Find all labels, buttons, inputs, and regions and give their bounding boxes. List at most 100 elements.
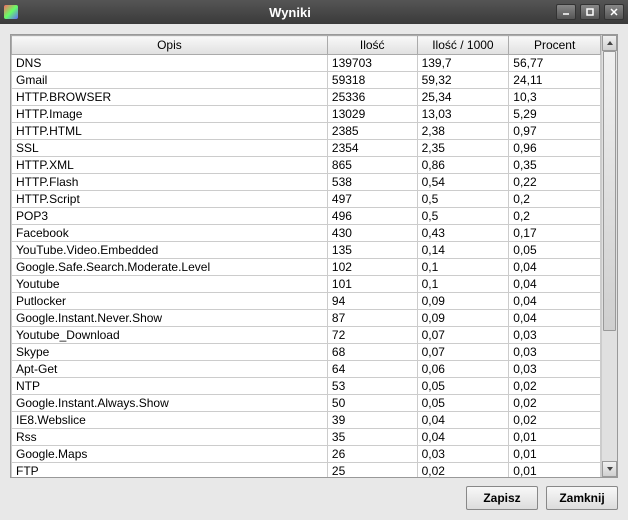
cell-ilosc1000: 0,04 <box>417 412 509 429</box>
cell-opis: Rss <box>12 429 328 446</box>
cell-procent: 0,04 <box>509 276 601 293</box>
vertical-scrollbar[interactable] <box>601 35 617 477</box>
cell-ilosc: 496 <box>327 208 417 225</box>
cell-ilosc1000: 0,04 <box>417 429 509 446</box>
scroll-up-button[interactable] <box>602 35 617 51</box>
cell-ilosc: 59318 <box>327 72 417 89</box>
cell-opis: IE8.Webslice <box>12 412 328 429</box>
header-ilosc1000[interactable]: Ilość / 1000 <box>417 36 509 55</box>
header-ilosc[interactable]: Ilość <box>327 36 417 55</box>
cell-opis: Google.Instant.Never.Show <box>12 310 328 327</box>
table-row[interactable]: HTTP.BROWSER2533625,3410,3 <box>12 89 601 106</box>
cell-procent: 0,04 <box>509 310 601 327</box>
cell-opis: HTTP.Flash <box>12 174 328 191</box>
results-table: Opis Ilość Ilość / 1000 Procent DNS13970… <box>11 35 601 477</box>
cell-opis: HTTP.Image <box>12 106 328 123</box>
cell-ilosc1000: 0,1 <box>417 259 509 276</box>
cell-ilosc: 50 <box>327 395 417 412</box>
header-opis[interactable]: Opis <box>12 36 328 55</box>
table-row[interactable]: HTTP.Image1302913,035,29 <box>12 106 601 123</box>
table-row[interactable]: HTTP.Script4970,50,2 <box>12 191 601 208</box>
cell-procent: 0,2 <box>509 191 601 208</box>
cell-ilosc: 13029 <box>327 106 417 123</box>
table-row[interactable]: FTP250,020,01 <box>12 463 601 478</box>
cell-procent: 0,04 <box>509 259 601 276</box>
maximize-button[interactable] <box>580 4 600 20</box>
table-row[interactable]: HTTP.Flash5380,540,22 <box>12 174 601 191</box>
cell-procent: 0,05 <box>509 242 601 259</box>
table-row[interactable]: DNS139703139,756,77 <box>12 55 601 72</box>
table-row[interactable]: Youtube1010,10,04 <box>12 276 601 293</box>
cell-ilosc1000: 0,07 <box>417 344 509 361</box>
cell-ilosc: 68 <box>327 344 417 361</box>
cell-opis: Skype <box>12 344 328 361</box>
cell-opis: HTTP.XML <box>12 157 328 174</box>
cell-procent: 0,17 <box>509 225 601 242</box>
table-row[interactable]: HTTP.XML8650,860,35 <box>12 157 601 174</box>
cell-opis: HTTP.HTML <box>12 123 328 140</box>
cell-ilosc: 94 <box>327 293 417 310</box>
minimize-button[interactable] <box>556 4 576 20</box>
cell-procent: 0,02 <box>509 378 601 395</box>
table-row[interactable]: Putlocker940,090,04 <box>12 293 601 310</box>
scrollbar-track[interactable] <box>602 51 617 461</box>
titlebar: Wyniki <box>0 0 628 24</box>
cell-opis: Youtube <box>12 276 328 293</box>
cell-opis: Facebook <box>12 225 328 242</box>
cell-opis: DNS <box>12 55 328 72</box>
table-row[interactable]: Skype680,070,03 <box>12 344 601 361</box>
cell-ilosc: 139703 <box>327 55 417 72</box>
table-row[interactable]: Google.Safe.Search.Moderate.Level1020,10… <box>12 259 601 276</box>
chevron-down-icon <box>606 465 614 473</box>
cell-ilosc: 135 <box>327 242 417 259</box>
table-row[interactable]: Google.Maps260,030,01 <box>12 446 601 463</box>
table-row[interactable]: POP34960,50,2 <box>12 208 601 225</box>
cell-ilosc1000: 59,32 <box>417 72 509 89</box>
cell-ilosc1000: 2,35 <box>417 140 509 157</box>
cell-ilosc: 538 <box>327 174 417 191</box>
cell-ilosc1000: 25,34 <box>417 89 509 106</box>
table-row[interactable]: Rss350,040,01 <box>12 429 601 446</box>
table-row[interactable]: SSL23542,350,96 <box>12 140 601 157</box>
cell-ilosc: 26 <box>327 446 417 463</box>
save-button[interactable]: Zapisz <box>466 486 538 510</box>
cell-ilosc: 101 <box>327 276 417 293</box>
close-icon <box>609 7 619 17</box>
table-row[interactable]: Gmail5931859,3224,11 <box>12 72 601 89</box>
cell-ilosc: 87 <box>327 310 417 327</box>
table-scroll: Opis Ilość Ilość / 1000 Procent DNS13970… <box>11 35 601 477</box>
cell-procent: 0,01 <box>509 446 601 463</box>
table-row[interactable]: Youtube_Download720,070,03 <box>12 327 601 344</box>
cell-ilosc: 865 <box>327 157 417 174</box>
header-procent[interactable]: Procent <box>509 36 601 55</box>
cell-opis: Putlocker <box>12 293 328 310</box>
minimize-icon <box>561 7 571 17</box>
scrollbar-thumb[interactable] <box>603 51 616 331</box>
scroll-down-button[interactable] <box>602 461 617 477</box>
table-row[interactable]: Facebook4300,430,17 <box>12 225 601 242</box>
cell-procent: 24,11 <box>509 72 601 89</box>
table-row[interactable]: Google.Instant.Never.Show870,090,04 <box>12 310 601 327</box>
cell-opis: SSL <box>12 140 328 157</box>
close-button[interactable]: Zamknij <box>546 486 618 510</box>
cell-opis: Gmail <box>12 72 328 89</box>
cell-ilosc: 25336 <box>327 89 417 106</box>
cell-ilosc1000: 2,38 <box>417 123 509 140</box>
cell-opis: Youtube_Download <box>12 327 328 344</box>
cell-procent: 0,04 <box>509 293 601 310</box>
table-row[interactable]: Apt-Get640,060,03 <box>12 361 601 378</box>
cell-ilosc1000: 0,14 <box>417 242 509 259</box>
maximize-icon <box>585 7 595 17</box>
cell-ilosc1000: 0,5 <box>417 208 509 225</box>
button-row: Zapisz Zamknij <box>10 478 618 510</box>
table-row[interactable]: HTTP.HTML23852,380,97 <box>12 123 601 140</box>
table-row[interactable]: YouTube.Video.Embedded1350,140,05 <box>12 242 601 259</box>
cell-opis: YouTube.Video.Embedded <box>12 242 328 259</box>
table-row[interactable]: Google.Instant.Always.Show500,050,02 <box>12 395 601 412</box>
table-row[interactable]: NTP530,050,02 <box>12 378 601 395</box>
cell-opis: HTTP.BROWSER <box>12 89 328 106</box>
window-title: Wyniki <box>24 5 556 20</box>
cell-ilosc1000: 0,02 <box>417 463 509 478</box>
table-row[interactable]: IE8.Webslice390,040,02 <box>12 412 601 429</box>
close-window-button[interactable] <box>604 4 624 20</box>
